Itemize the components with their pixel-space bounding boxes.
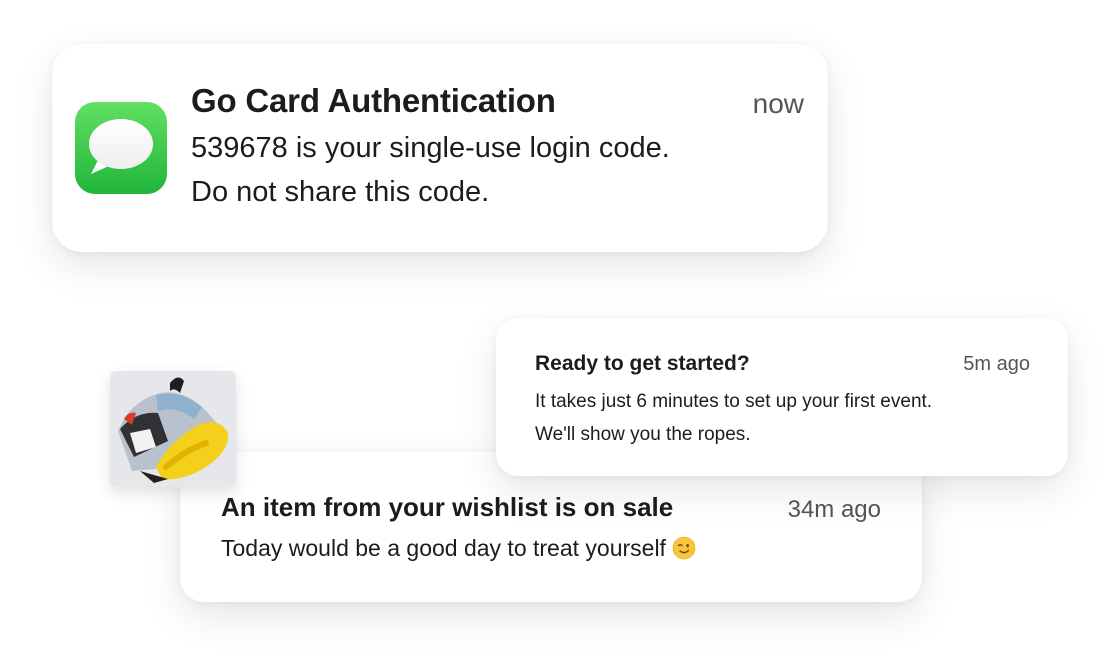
notification-body-line-1: 539678 is your single-use login code. bbox=[191, 132, 670, 164]
notification-title: Go Card Authentication bbox=[191, 82, 556, 119]
ready-notification[interactable]: Ready to get started? 5m ago It takes ju… bbox=[496, 318, 1068, 476]
notification-body: It takes just 6 minutes to set up your f… bbox=[535, 391, 933, 445]
sneaker-image bbox=[110, 371, 236, 487]
notification-title: Ready to get started? bbox=[535, 352, 750, 375]
winking-face-emoji-icon bbox=[672, 536, 696, 560]
notification-time: now bbox=[752, 88, 804, 119]
sneaker-thumbnail bbox=[110, 371, 236, 487]
notification-body-text: Today would be a good day to treat yours… bbox=[221, 535, 666, 561]
messages-icon bbox=[89, 119, 153, 174]
notification-title: An item from your wishlist is on sale bbox=[221, 492, 674, 522]
notification-time: 5m ago bbox=[963, 353, 1030, 375]
notification-body: Today would be a good day to treat yours… bbox=[221, 535, 696, 562]
notification-time: 34m ago bbox=[787, 496, 881, 523]
notification-body-line-2: Do not share this code. bbox=[191, 176, 490, 208]
messages-app-icon bbox=[75, 102, 167, 194]
auth-notification[interactable]: Go Card Authentication now 539678 is you… bbox=[52, 44, 828, 252]
